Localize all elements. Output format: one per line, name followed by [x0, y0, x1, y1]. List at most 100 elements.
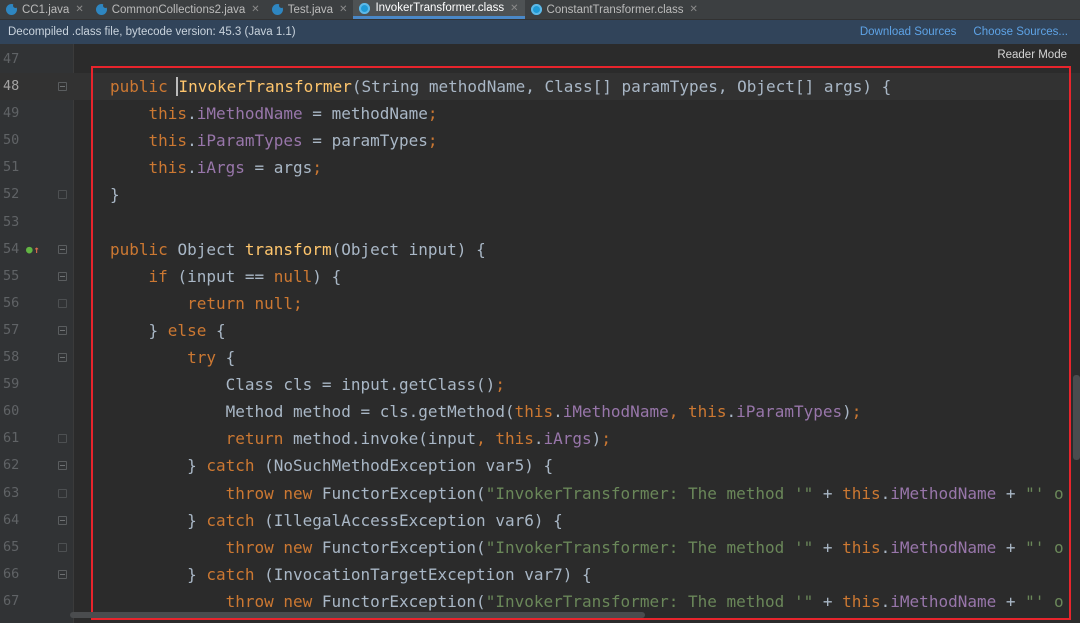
close-tab-icon[interactable]: ✕	[75, 4, 83, 15]
code-line[interactable]: 65 throw new FunctorException("InvokerTr…	[0, 534, 1080, 561]
code-line[interactable]: 67 throw new FunctorException("InvokerTr…	[0, 588, 1080, 615]
code-line[interactable]: 63 throw new FunctorException("InvokerTr…	[0, 480, 1080, 507]
code-line[interactable]: 53	[0, 209, 1080, 236]
fold-marker-icon[interactable]	[58, 190, 67, 200]
fold-marker-icon[interactable]	[58, 353, 67, 363]
line-number: 56	[3, 294, 20, 311]
code-line[interactable]: 55 if (input == null) {	[0, 263, 1080, 290]
tab-constanttransformer-class[interactable]: ConstantTransformer.class ✕	[525, 0, 704, 19]
code-text: return method.invoke(input, this.iArgs);	[110, 425, 611, 452]
code-token: throw new	[225, 591, 322, 611]
close-tab-icon[interactable]: ✕	[690, 4, 698, 15]
code-line[interactable]: 52}	[0, 181, 1080, 208]
code-line[interactable]: 60 Method method = cls.getMethod(this.iM…	[0, 398, 1080, 425]
code-token: }	[110, 564, 207, 584]
code-token: (InvocationTargetException var7) {	[264, 564, 592, 584]
code-token: .	[880, 537, 891, 557]
code-token: (String methodName, Class[] paramTypes, …	[351, 77, 892, 97]
line-number: 67	[3, 592, 20, 609]
choose-sources-link[interactable]: Choose Sources...	[973, 26, 1068, 38]
code-token: "InvokerTransformer: The method '"	[485, 591, 814, 611]
code-line[interactable]: 61 return method.invoke(input, this.iArg…	[0, 425, 1080, 452]
java-file-icon	[6, 3, 18, 15]
code-text: try {	[110, 344, 235, 371]
horizontal-scrollbar[interactable]	[70, 612, 645, 618]
fold-marker-icon[interactable]	[58, 244, 67, 254]
code-line[interactable]: 54 ●↑ public Object transform(Object input…	[0, 236, 1080, 263]
override-method-icon[interactable]: ●↑	[26, 243, 40, 256]
code-token: +	[813, 483, 843, 503]
code-line[interactable]: 47	[0, 46, 1080, 73]
code-token: ;	[427, 131, 438, 151]
code-token: +	[996, 591, 1026, 611]
tab-label: CommonCollections2.java	[111, 3, 246, 16]
code-token: iMethodName	[890, 537, 997, 557]
code-token: iMethodName	[890, 483, 997, 503]
code-line[interactable]: 66 } catch (InvocationTargetException va…	[0, 561, 1080, 588]
code-line[interactable]: 50 this.iParamTypes = paramTypes;	[0, 127, 1080, 154]
code-token: .	[187, 131, 197, 151]
code-token: FunctorException(	[321, 483, 486, 503]
code-token: catch	[206, 510, 265, 530]
fold-marker-icon[interactable]	[58, 298, 67, 308]
fold-marker-icon[interactable]	[58, 434, 67, 444]
download-sources-link[interactable]: Download Sources	[860, 26, 957, 38]
line-number: 62	[3, 457, 20, 474]
code-token: )	[591, 429, 602, 449]
code-token: this	[842, 483, 881, 503]
line-number: 61	[3, 430, 20, 447]
code-token: (NoSuchMethodException var5) {	[264, 456, 554, 476]
code-text: throw new FunctorException("InvokerTrans…	[110, 588, 1064, 615]
code-token: .	[187, 158, 197, 178]
vertical-scrollbar[interactable]	[1073, 375, 1080, 460]
tab-invokertransformer-class[interactable]: InvokerTransformer.class ✕	[353, 0, 525, 19]
code-token: FunctorException(	[321, 537, 486, 557]
code-token: = paramTypes	[302, 131, 428, 151]
tab-test-java[interactable]: Test.java ✕	[266, 0, 354, 19]
tab-label: CC1.java	[22, 3, 70, 16]
code-token: "' o	[1025, 483, 1064, 503]
fold-marker-icon[interactable]	[58, 569, 67, 579]
code-token: (input ==	[177, 266, 274, 286]
fold-marker-icon[interactable]	[58, 542, 67, 552]
code-token: Object	[177, 239, 245, 259]
fold-marker-icon[interactable]	[58, 325, 67, 335]
fold-marker-icon[interactable]	[58, 271, 67, 281]
fold-marker-icon[interactable]	[58, 461, 67, 471]
code-token: ;	[601, 429, 611, 449]
tab-cc1-java[interactable]: CC1.java ✕	[0, 0, 90, 19]
code-line[interactable]: 62 } catch (NoSuchMethodException var5) …	[0, 452, 1080, 479]
code-token: "' o	[1025, 537, 1064, 557]
tab-commoncollections2-java[interactable]: CommonCollections2.java ✕	[90, 0, 266, 19]
code-line[interactable]: 59 Class cls = input.getClass();	[0, 371, 1080, 398]
close-tab-icon[interactable]: ✕	[251, 4, 259, 15]
code-token: else	[167, 320, 216, 340]
fold-marker-icon[interactable]	[58, 488, 67, 498]
code-token: .	[187, 104, 197, 124]
code-token: .	[880, 591, 891, 611]
code-token: .	[533, 429, 544, 449]
code-token: }	[110, 510, 207, 530]
code-token: {	[225, 348, 236, 368]
close-tab-icon[interactable]: ✕	[510, 3, 518, 14]
code-line[interactable]: 49 this.iMethodName = methodName;	[0, 100, 1080, 127]
code-line[interactable]: 48 public InvokerTransformer(String metho…	[0, 73, 1080, 101]
code-token: ) {	[312, 266, 342, 286]
close-tab-icon[interactable]: ✕	[339, 4, 347, 15]
code-editor[interactable]: Reader Mode 47 48 public InvokerTransforme…	[0, 44, 1080, 623]
fold-marker-icon[interactable]	[58, 515, 67, 525]
code-line[interactable]: 56 return null;	[0, 290, 1080, 317]
fold-marker-icon[interactable]	[58, 82, 67, 92]
tab-label: ConstantTransformer.class	[546, 3, 684, 16]
code-line[interactable]: 51 this.iArgs = args;	[0, 154, 1080, 181]
code-line[interactable]: 57 } else {	[0, 317, 1080, 344]
code-line[interactable]: 64 } catch (IllegalAccessException var6)…	[0, 507, 1080, 534]
code-token: iArgs	[196, 158, 245, 178]
code-line[interactable]: 58 try {	[0, 344, 1080, 371]
